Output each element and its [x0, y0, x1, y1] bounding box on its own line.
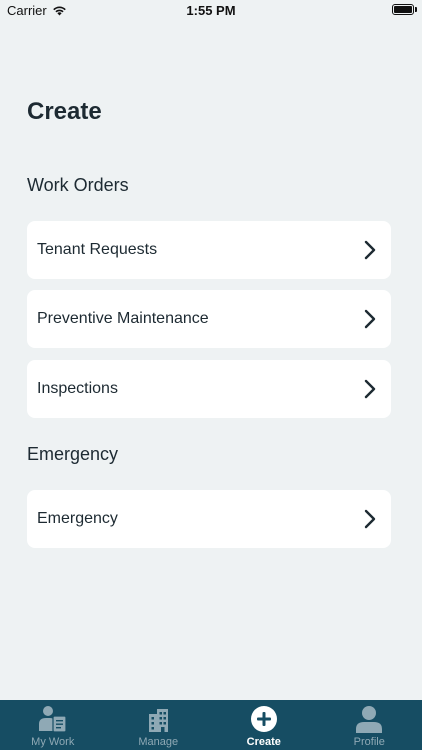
chevron-right-icon [364, 240, 376, 260]
row-label: Inspections [37, 380, 118, 397]
section-title-work-orders: Work Orders [27, 175, 129, 195]
section-title-emergency: Emergency [27, 444, 119, 464]
person-icon [356, 706, 383, 733]
chevron-right-icon [364, 509, 376, 529]
row-label: Emergency [37, 510, 118, 527]
row-emergency[interactable]: Emergency [27, 490, 391, 548]
tab-create[interactable]: Create [211, 700, 317, 750]
row-preventive-maintenance[interactable]: Preventive Maintenance [27, 290, 391, 348]
row-label: Tenant Requests [37, 241, 158, 258]
tab-manage[interactable]: Manage [106, 700, 212, 750]
chevron-right-icon [364, 379, 376, 399]
clock: 1:55 PM [186, 3, 236, 18]
building-icon [149, 709, 169, 732]
battery-tip [415, 7, 417, 12]
tab-label: Profile [353, 736, 385, 748]
tab-label: My Work [31, 736, 75, 748]
tab-my-work[interactable]: My Work [0, 700, 106, 750]
row-inspections[interactable]: Inspections [27, 360, 391, 418]
status-bar: Carrier 1:55 PM [0, 0, 422, 22]
tab-label: Manage [138, 736, 179, 748]
battery-icon [392, 4, 414, 15]
tab-bar: My Work Manage Create Profile [0, 700, 422, 750]
chevron-right-icon [364, 309, 376, 329]
worker-clipboard-icon [38, 706, 67, 733]
row-label: Preventive Maintenance [37, 310, 209, 327]
tab-label: Create [246, 736, 281, 748]
plus-circle-icon [250, 706, 277, 732]
row-tenant-requests[interactable]: Tenant Requests [27, 221, 391, 279]
page-title: Create [27, 98, 102, 125]
tab-profile[interactable]: Profile [317, 700, 422, 750]
